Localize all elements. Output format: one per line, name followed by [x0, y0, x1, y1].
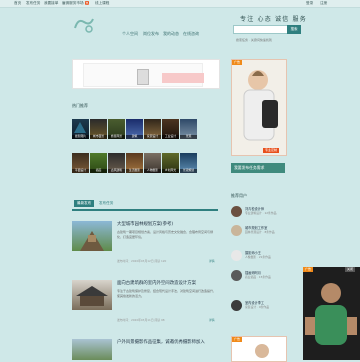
avatar [231, 300, 242, 311]
top-link-course[interactable]: 线上课程 [95, 1, 109, 6]
article-meta: 发布时间：2020年03月11日 阅读 98 [117, 318, 165, 322]
thumb-item[interactable]: 生活摄影 [126, 153, 143, 173]
article-image [72, 221, 112, 251]
article-summary: 古建筑一期项目规划方案，设计风格与历史文化融合，合理布局空间与绿化，打造宜居环境… [117, 230, 214, 239]
avatar [231, 250, 242, 261]
thumb-item[interactable]: 乡村风光 [162, 153, 179, 173]
top-bar: 首页 发布任务 我要接单 雇佣服务市场热 线上课程 登录 注册 [0, 0, 360, 8]
article-title[interactable]: 户外风景摄影作品征集，诚邀优秀摄影师加入 [117, 339, 205, 345]
thumb-item[interactable]: 城市夜景 [90, 119, 107, 139]
recommend-item[interactable]: 刘青松设计师 专业建筑设计 · 12条作品 [231, 206, 291, 220]
tab-post-task[interactable]: 发布任务 [96, 200, 116, 207]
thumb-item[interactable]: 景观规划 [180, 153, 197, 173]
article-detail-link[interactable]: 详情 [209, 318, 215, 322]
search-button[interactable]: 搜索 [287, 25, 301, 34]
banner-ad[interactable] [72, 59, 220, 89]
article-item[interactable]: 户外风景摄影作品征集，诚邀优秀摄影师加入 [72, 338, 218, 360]
article-detail-link[interactable]: 详情 [209, 259, 215, 263]
article-title[interactable]: 大型城市园林规划方案(参考) [117, 221, 173, 227]
camera-image [137, 69, 149, 85]
recommend-item[interactable]: 插画师阿月 商业插画 · 15条作品 [231, 270, 291, 284]
search-box [233, 25, 288, 44]
floating-ad[interactable]: 广告 关闭 [303, 267, 360, 360]
recommend-sub: 商业插画 · 15条作品 [245, 275, 271, 279]
login-link[interactable]: 登录 [306, 1, 313, 6]
banner-pink-block [162, 73, 204, 83]
thumb-item[interactable]: 人物摄影 [144, 153, 161, 173]
top-link-post[interactable]: 发布任务 [26, 1, 40, 6]
thumb-item[interactable]: 建筑 [126, 119, 143, 139]
recommend-item[interactable]: 室内设计李工 家装设计 · 9条作品 [231, 300, 291, 314]
floating-ad-image [303, 267, 360, 360]
register-link[interactable]: 注册 [320, 1, 327, 6]
recommend-sub: 专业建筑设计 · 12条作品 [245, 211, 277, 215]
thumb-item[interactable]: 家居设计 [144, 119, 161, 139]
thumb-item[interactable]: 平面设计 [72, 153, 89, 173]
top-link-take[interactable]: 我要接单 [44, 1, 58, 6]
article-item[interactable]: 面向古建筑群的室内外空间改造设计方案 专注于古建筑保护及修复，结合现代设计手法，… [72, 279, 218, 327]
article-image [72, 280, 112, 310]
banner-ad-content [83, 63, 204, 87]
top-link-market[interactable]: 雇佣服务市场热 [62, 1, 90, 6]
sidebar-ad[interactable]: 广告 专业定制 [231, 59, 287, 156]
article-image [72, 339, 112, 360]
site-logo[interactable] [72, 14, 96, 36]
avatar [231, 270, 242, 281]
article-tabs: 最新发布 发布任务 [72, 197, 218, 211]
post-task-button[interactable]: 我要发布任务需求 [231, 163, 285, 173]
section-title: 热门推荐 [72, 103, 88, 108]
ad-tag: 广告 [232, 60, 243, 65]
recommend-title: 推荐用户 [231, 193, 247, 198]
recommend-sub: 家装设计 · 9条作品 [245, 305, 270, 309]
article-meta: 发布时间：2020年03月12日 阅读 120 [117, 259, 167, 263]
thumb-item[interactable]: 古风建筑 [108, 153, 125, 173]
thumb-item[interactable]: 景观 [180, 119, 197, 139]
recommend-sub: 园林景观设计 · 8条作品 [245, 230, 275, 234]
recommend-item[interactable]: 摄影师小王 人像摄影 · 21条作品 [231, 250, 291, 264]
logo-icon [74, 18, 94, 33]
close-button[interactable]: 关闭 [345, 267, 356, 272]
article-title[interactable]: 面向古建筑群的室内外空间改造设计方案 [117, 280, 196, 286]
slogan: 专注 心态 诚信 服务 [240, 16, 307, 23]
recommend-sub: 人像摄影 · 21条作品 [245, 255, 271, 259]
avatar [231, 225, 242, 236]
thumb-item[interactable]: 摄影图片 [72, 119, 89, 139]
hot-badge: 热 [84, 1, 90, 5]
search-input[interactable] [234, 36, 287, 44]
nav-personal[interactable]: 个人空间 [122, 31, 138, 37]
tab-latest[interactable]: 最新发布 [74, 200, 95, 207]
ad-tag: 广告 [303, 267, 314, 272]
thumb-item[interactable]: 工业设计 [162, 119, 179, 139]
nav-consult[interactable]: 在线咨询 [183, 31, 199, 37]
sidebar-ad-image [232, 60, 286, 155]
avatar [231, 206, 242, 217]
thumb-item[interactable]: 插画 [90, 153, 107, 173]
article-summary: 专注于古建筑保护及修复，结合现代设计手法，对建筑空间进行改造提升，使其焕发新的活… [117, 289, 217, 298]
article-item[interactable]: 大型城市园林规划方案(参考) 古建筑一期项目规划方案，设计风格与历史文化融合，合… [72, 220, 218, 268]
ad-tag: 广告 [232, 337, 243, 342]
ad-caption: 专业定制 [263, 148, 280, 153]
recommend-item[interactable]: 城市规划工作室 园林景观设计 · 8条作品 [231, 225, 291, 239]
nav-feed[interactable]: 我的动态 [163, 31, 179, 37]
thumb-item[interactable]: 旅游风景 [108, 119, 125, 139]
sidebar-ad-bottom[interactable]: 广告 [231, 336, 287, 362]
top-link-home[interactable]: 首页 [14, 1, 21, 6]
nav-post[interactable]: 岗位发布 [143, 31, 159, 37]
